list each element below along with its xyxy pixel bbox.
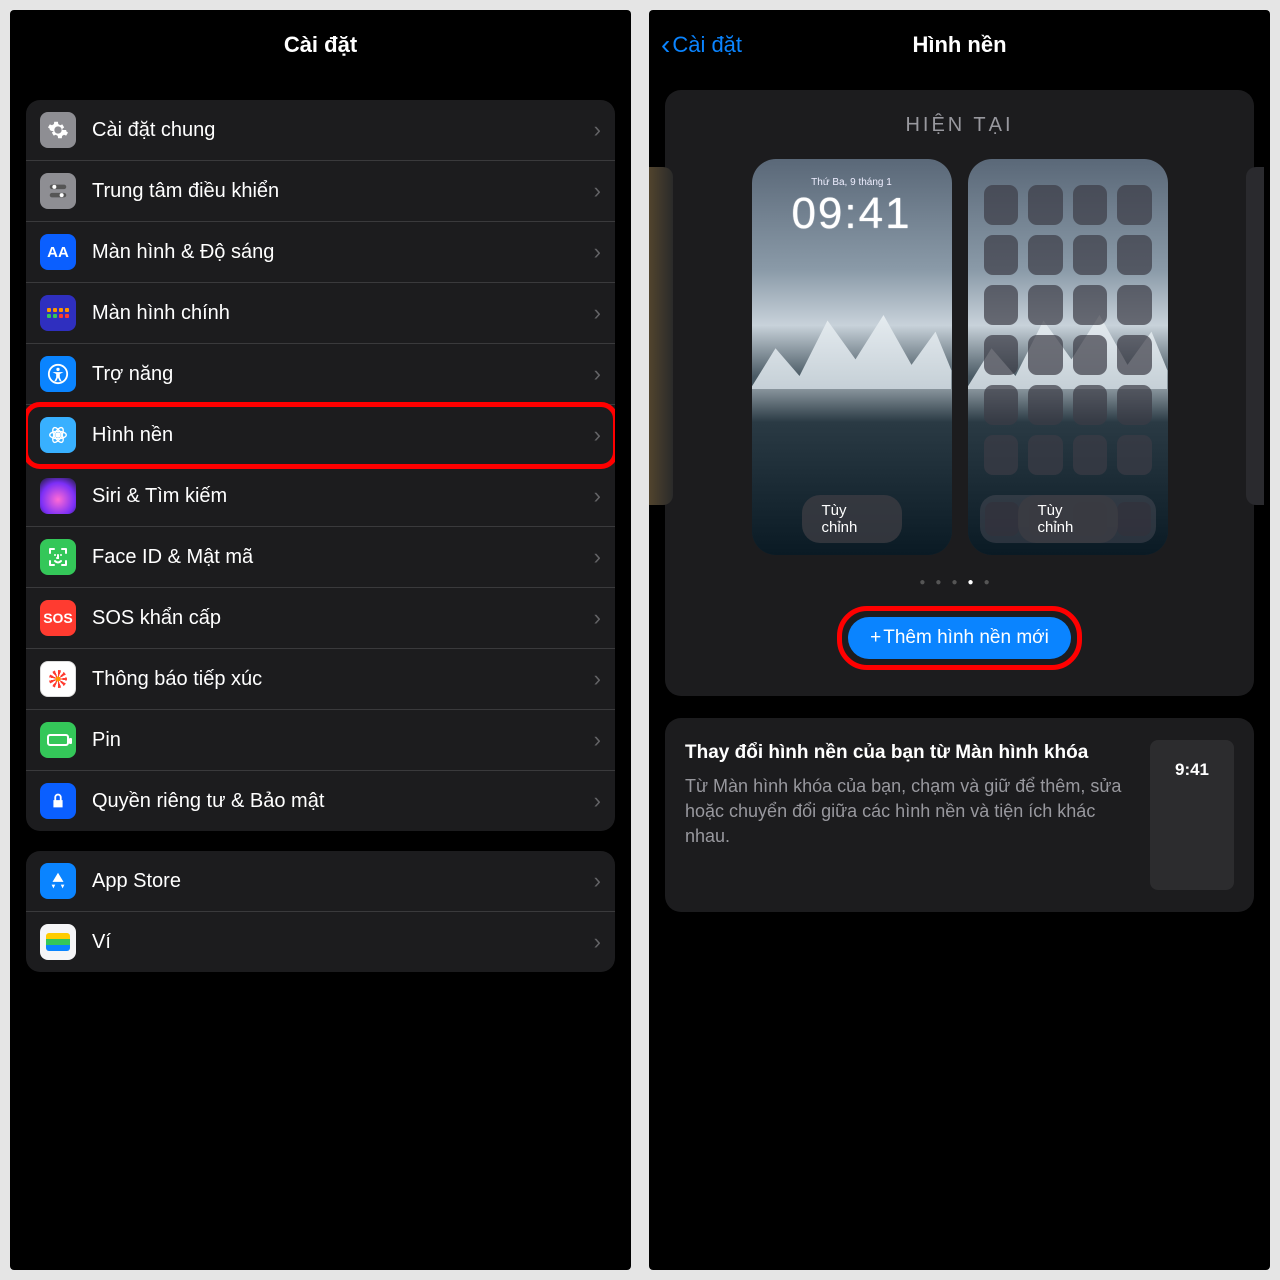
settings-row-sos[interactable]: SOS SOS khẩn cấp› (26, 588, 615, 649)
chevron-right-icon: › (594, 117, 601, 143)
row-label: SOS khẩn cấp (92, 607, 594, 630)
wallpaper-previews[interactable]: Thứ Ba, 9 tháng 1 09:41 Tùy chỉnh (683, 159, 1236, 555)
row-label: Màn hình chính (92, 302, 594, 325)
row-label: Trung tâm điều khiển (92, 180, 594, 203)
page-dot[interactable]: ● (919, 577, 935, 588)
row-label: Màn hình & Độ sáng (92, 241, 594, 264)
panel-header: HIỆN TẠI (683, 114, 1236, 137)
row-label: Trợ năng (92, 363, 594, 386)
lock-date: Thứ Ba, 9 tháng 1 (752, 177, 952, 188)
settings-row-exposure[interactable]: Thông báo tiếp xúc› (26, 649, 615, 710)
chevron-right-icon: › (594, 300, 601, 326)
customize-home-button[interactable]: Tùy chỉnh (1018, 495, 1118, 543)
page-dot[interactable]: ● (935, 577, 951, 588)
info-thumb-time: 9:41 (1175, 760, 1209, 780)
row-label: Cài đặt chung (92, 119, 594, 142)
display-icon: AA (40, 234, 76, 270)
chevron-right-icon: › (594, 361, 601, 387)
plus-icon: + (870, 627, 881, 649)
page-title: Hình nền (912, 32, 1006, 58)
sos-icon: SOS (40, 600, 76, 636)
home-icon (40, 295, 76, 331)
add-wallpaper-label: Thêm hình nền mới (883, 627, 1049, 649)
wallet-icon (40, 924, 76, 960)
settings-row-general[interactable]: Cài đặt chung› (26, 100, 615, 161)
settings-row-appstore[interactable]: App Store› (26, 851, 615, 912)
page-dot[interactable]: ● (984, 577, 1000, 588)
chevron-right-icon: › (594, 422, 601, 448)
chevron-right-icon: › (594, 483, 601, 509)
lock-time: 09:41 (752, 189, 952, 239)
back-chevron-icon: ‹ (661, 29, 670, 61)
general-icon (40, 112, 76, 148)
control-icon (40, 173, 76, 209)
row-label: Quyền riêng tư & Bảo mật (92, 790, 594, 813)
row-label: Thông báo tiếp xúc (92, 668, 594, 691)
settings-screen: Cài đặt Cài đặt chung›Trung tâm điều khi… (10, 10, 631, 1270)
chevron-right-icon: › (594, 868, 601, 894)
back-label: Cài đặt (672, 32, 742, 58)
info-body: Từ Màn hình khóa của bạn, chạm và giữ để… (685, 774, 1132, 850)
row-label: Hình nền (92, 424, 594, 447)
appstore-icon (40, 863, 76, 899)
row-label: Ví (92, 931, 594, 954)
header: ‹ Cài đặt Hình nền (649, 10, 1270, 80)
chevron-right-icon: › (594, 666, 601, 692)
lock-screen-preview[interactable]: Thứ Ba, 9 tháng 1 09:41 Tùy chỉnh (752, 159, 952, 555)
settings-row-faceid[interactable]: Face ID & Mật mã› (26, 527, 615, 588)
header: Cài đặt (10, 10, 631, 80)
home-app-grid (984, 185, 1152, 485)
row-label: App Store (92, 870, 594, 893)
add-wallpaper-button[interactable]: +Thêm hình nền mới (848, 617, 1071, 659)
siri-icon (40, 478, 76, 514)
settings-row-home[interactable]: Màn hình chính› (26, 283, 615, 344)
add-wallpaper-highlight: +Thêm hình nền mới (837, 606, 1082, 670)
settings-row-control[interactable]: Trung tâm điều khiển› (26, 161, 615, 222)
battery-icon (40, 722, 76, 758)
settings-row-display[interactable]: AA Màn hình & Độ sáng› (26, 222, 615, 283)
settings-row-access[interactable]: Trợ năng› (26, 344, 615, 405)
settings-row-wallet[interactable]: Ví› (26, 912, 615, 972)
wallpaper-icon (40, 417, 76, 453)
faceid-icon (40, 539, 76, 575)
current-wallpaper-panel: HIỆN TẠI Thứ Ba, 9 tháng 1 09:41 Tùy chỉ… (665, 90, 1254, 696)
chevron-right-icon: › (594, 929, 601, 955)
exposure-icon (40, 661, 76, 697)
row-label: Siri & Tìm kiếm (92, 485, 594, 508)
customize-lock-button[interactable]: Tùy chỉnh (802, 495, 902, 543)
info-card: Thay đổi hình nền của bạn từ Màn hình kh… (665, 718, 1254, 912)
chevron-right-icon: › (594, 544, 601, 570)
chevron-right-icon: › (594, 727, 601, 753)
page-dot[interactable]: ● (951, 577, 967, 588)
wallpaper-screen: ‹ Cài đặt Hình nền HIỆN TẠI Thứ Ba, 9 th… (649, 10, 1270, 1270)
privacy-icon (40, 783, 76, 819)
settings-group: App Store›Ví› (26, 851, 615, 972)
chevron-right-icon: › (594, 239, 601, 265)
settings-group: Cài đặt chung›Trung tâm điều khiển›AAMàn… (26, 100, 615, 831)
settings-row-battery[interactable]: Pin› (26, 710, 615, 771)
page-title: Cài đặt (284, 32, 357, 58)
page-dot[interactable]: ● (968, 577, 984, 588)
settings-row-wallpaper[interactable]: Hình nền› (26, 405, 615, 466)
info-thumbnail: 9:41 (1150, 740, 1234, 890)
info-title: Thay đổi hình nền của bạn từ Màn hình kh… (685, 740, 1132, 766)
wallpaper-content: HIỆN TẠI Thứ Ba, 9 tháng 1 09:41 Tùy chỉ… (649, 80, 1270, 1270)
settings-content: Cài đặt chung›Trung tâm điều khiển›AAMàn… (10, 80, 631, 1270)
access-icon (40, 356, 76, 392)
settings-row-siri[interactable]: Siri & Tìm kiếm› (26, 466, 615, 527)
row-label: Pin (92, 729, 594, 752)
settings-row-privacy[interactable]: Quyền riêng tư & Bảo mật› (26, 771, 615, 831)
row-label: Face ID & Mật mã (92, 546, 594, 569)
back-button[interactable]: ‹ Cài đặt (661, 10, 742, 80)
chevron-right-icon: › (594, 605, 601, 631)
home-screen-preview[interactable]: Tùy chỉnh (968, 159, 1168, 555)
chevron-right-icon: › (594, 178, 601, 204)
page-dots[interactable]: ●●●●● (683, 577, 1236, 588)
chevron-right-icon: › (594, 788, 601, 814)
